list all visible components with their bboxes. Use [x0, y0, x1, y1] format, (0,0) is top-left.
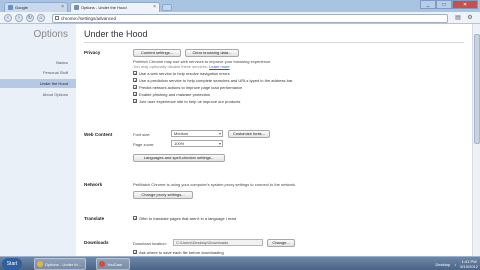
chrome-icon	[37, 261, 43, 267]
download-location-field[interactable]: C:\Users\Desktop\Downloads	[173, 239, 263, 246]
forward-icon[interactable]: ›	[15, 14, 23, 22]
sidebar-item-basics[interactable]: Basics	[0, 58, 76, 67]
youcam-icon	[99, 261, 105, 267]
taskbar-item-options[interactable]: Options - Under th...	[34, 258, 86, 270]
privacy-option[interactable]: ✓ Join user experience site to help us i…	[133, 98, 240, 104]
browser-toolbar: ‹ › ↻ ⌂ chrome://settings/advanced ▤ ⚙	[0, 12, 480, 24]
tab-strip: Google × Options - Under the Hood × _ □ …	[0, 0, 480, 12]
privacy-description-2: You may optionally disable these service…	[133, 64, 209, 69]
minimize-button[interactable]: _	[420, 0, 436, 9]
volume-icon[interactable]: ♪	[454, 262, 456, 267]
address-bar[interactable]: chrome://settings/advanced	[52, 13, 448, 23]
wrench-favicon-icon	[74, 5, 79, 10]
taskbar-item-label: YouCam	[107, 261, 123, 267]
tab-google[interactable]: Google ×	[4, 2, 68, 12]
checkbox[interactable]: ✓	[133, 71, 137, 76]
sidebar-item-under-the-hood[interactable]: Under the Hood	[0, 79, 76, 88]
home-icon[interactable]: ⌂	[37, 14, 45, 22]
network-description: PetWatch Chrome is using your computer's…	[133, 182, 297, 187]
page-zoom-label: Page zoom:	[133, 142, 155, 147]
privacy-option-label: Use a web service to help resolve naviga…	[139, 70, 230, 76]
sidebar-item-personal-stuff[interactable]: Personal Stuff	[0, 68, 76, 77]
maximize-button[interactable]: □	[436, 0, 452, 9]
learn-more-link[interactable]: Learn more	[209, 64, 229, 69]
privacy-option-label: Enable phishing and malware protection	[139, 91, 211, 97]
tab-title: Google	[15, 5, 28, 10]
translate-option[interactable]: ✓ Offer to translate pages that aren't i…	[133, 215, 236, 221]
scrollbar-thumb[interactable]	[474, 34, 480, 144]
downloads-heading: Downloads	[84, 240, 109, 245]
sidebar-item-about[interactable]: About Options	[0, 90, 76, 99]
google-favicon-icon	[8, 5, 13, 10]
customize-fonts-button[interactable]: Customize fonts...	[228, 130, 270, 138]
checkbox[interactable]: ✓	[133, 92, 137, 97]
checkbox[interactable]: ✓	[133, 216, 137, 221]
clear-browsing-data-button[interactable]: Clear browsing data...	[185, 49, 239, 57]
clock[interactable]: 1:41 PM 5/10/2012	[460, 259, 478, 269]
ask-save-option[interactable]: ✓ Ask where to save each file before dow…	[133, 249, 224, 255]
checkbox[interactable]: ✓	[133, 78, 137, 83]
close-window-button[interactable]: ✕	[452, 0, 478, 9]
taskbar: Start Options - Under th... YouCam Deskt…	[0, 256, 480, 270]
page-zoom-select[interactable]: 100% ▾	[171, 140, 223, 147]
reload-icon[interactable]: ↻	[26, 14, 34, 22]
tray-label[interactable]: Desktop	[436, 262, 451, 267]
font-size-select[interactable]: Medium ▾	[171, 130, 223, 137]
tab-title: Options - Under the Hood	[81, 5, 127, 10]
close-icon[interactable]: ×	[153, 5, 156, 10]
back-icon[interactable]: ‹	[4, 14, 12, 22]
chevron-down-icon: ▾	[218, 131, 221, 136]
font-size-value: Medium	[174, 131, 189, 136]
page-icon	[55, 16, 59, 20]
system-tray: Desktop ♪ 1:41 PM 5/10/2012	[436, 258, 478, 270]
change-proxy-button[interactable]: Change proxy settings...	[133, 191, 193, 199]
taskbar-item-youcam[interactable]: YouCam	[96, 258, 130, 270]
sidebar-title: Options	[33, 29, 68, 40]
font-size-label: Font size:	[133, 132, 151, 137]
privacy-option[interactable]: ✓ Use a web service to help resolve navi…	[133, 70, 230, 76]
privacy-option-label: Predict network actions to improve page …	[139, 84, 243, 90]
page-scrollbar[interactable]	[472, 24, 480, 256]
ask-save-label: Ask where to save each file before downl…	[139, 249, 224, 255]
web-content-heading: Web Content	[84, 132, 113, 137]
change-download-location-button[interactable]: Change...	[267, 239, 295, 247]
privacy-option-label: Use a prediction service to help complet…	[139, 77, 293, 83]
close-icon[interactable]: ×	[61, 5, 64, 10]
privacy-option-label: Join user experience site to help us imp…	[139, 98, 241, 104]
start-button[interactable]: Start	[2, 258, 22, 270]
translate-heading: Translate	[84, 216, 105, 221]
content-settings-button[interactable]: Content settings...	[133, 49, 181, 57]
translate-option-label: Offer to translate pages that aren't in …	[139, 215, 236, 221]
divider	[84, 42, 464, 43]
privacy-option[interactable]: ✓ Use a prediction service to help compl…	[133, 77, 292, 83]
privacy-heading: Privacy	[84, 50, 101, 55]
download-location-label: Download location:	[133, 241, 167, 246]
clock-date: 5/10/2012	[460, 264, 478, 269]
languages-button[interactable]: Languages and spell-checker settings...	[133, 154, 225, 162]
checkbox[interactable]: ✓	[133, 85, 137, 90]
chevron-down-icon: ▾	[218, 141, 221, 146]
options-sidebar: Options Basics Personal Stuff Under the …	[0, 24, 76, 256]
address-text: chrome://settings/advanced	[61, 15, 117, 21]
privacy-option[interactable]: ✓ Enable phishing and malware protection	[133, 91, 210, 97]
page-title: Under the Hood	[84, 29, 148, 39]
wrench-icon[interactable]: ⚙	[466, 14, 474, 22]
settings-page: Options Basics Personal Stuff Under the …	[0, 24, 480, 256]
network-heading: Network	[84, 182, 103, 187]
new-tab-button[interactable]	[162, 4, 172, 11]
taskbar-item-label: Options - Under th...	[45, 261, 82, 267]
checkbox[interactable]: ✓	[133, 250, 137, 255]
tab-options[interactable]: Options - Under the Hood ×	[70, 2, 160, 12]
page-menu-icon[interactable]: ▤	[454, 14, 462, 22]
checkbox[interactable]: ✓	[133, 99, 137, 104]
page-zoom-value: 100%	[174, 141, 185, 146]
privacy-option[interactable]: ✓ Predict network actions to improve pag…	[133, 84, 242, 90]
